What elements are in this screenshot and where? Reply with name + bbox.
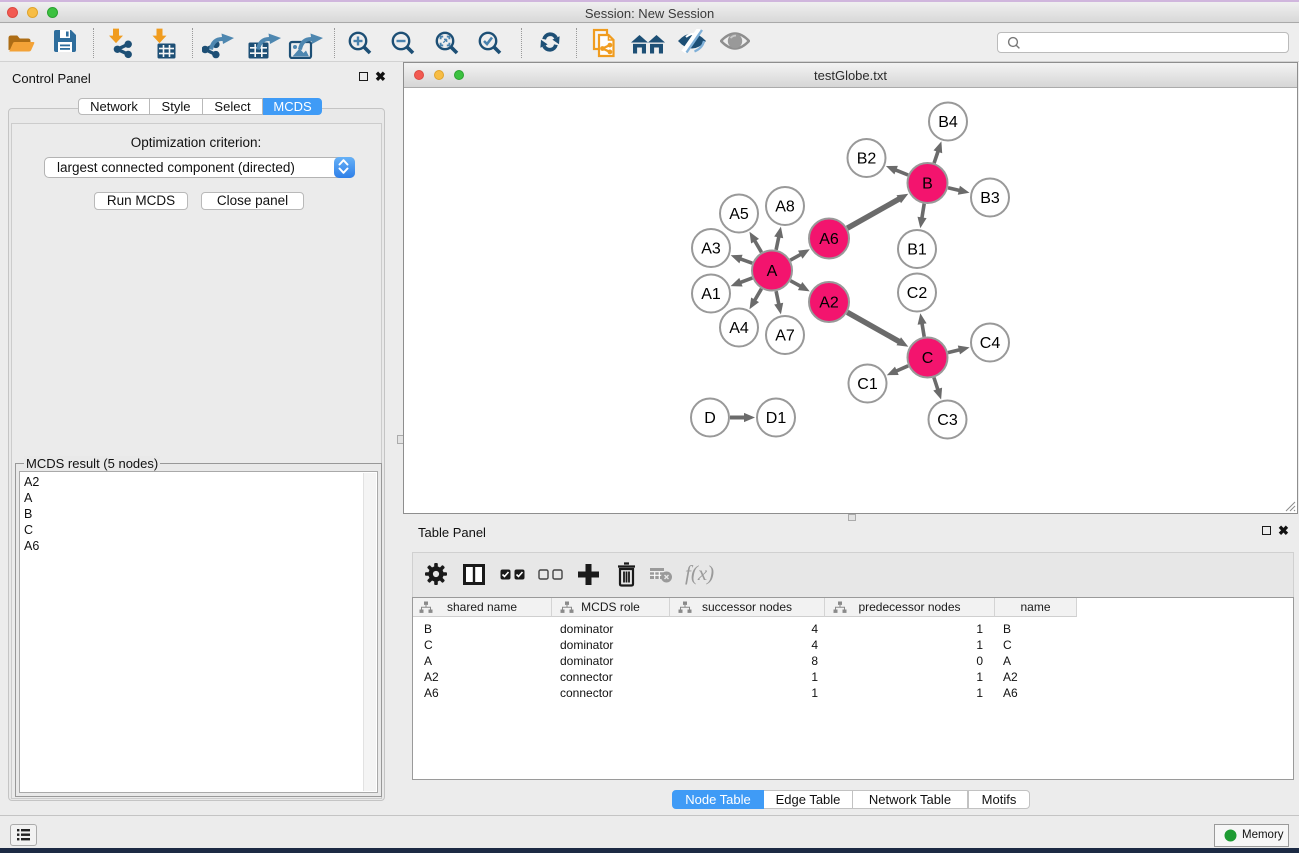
svg-text:A1: A1 bbox=[701, 286, 721, 303]
svg-text:B2: B2 bbox=[857, 151, 877, 168]
svg-text:A8: A8 bbox=[775, 199, 795, 216]
svg-text:D: D bbox=[704, 410, 716, 427]
svg-text:B4: B4 bbox=[938, 114, 958, 131]
svg-text:C: C bbox=[922, 350, 934, 367]
svg-text:A2: A2 bbox=[819, 295, 839, 312]
svg-text:C1: C1 bbox=[857, 376, 878, 393]
svg-text:C3: C3 bbox=[937, 412, 958, 429]
svg-text:A3: A3 bbox=[701, 241, 721, 258]
svg-text:A5: A5 bbox=[729, 206, 749, 223]
svg-text:B1: B1 bbox=[907, 242, 927, 259]
svg-text:A6: A6 bbox=[819, 231, 839, 248]
svg-text:C4: C4 bbox=[980, 335, 1001, 352]
svg-text:A7: A7 bbox=[775, 328, 795, 345]
svg-text:D1: D1 bbox=[766, 410, 787, 427]
svg-text:A: A bbox=[767, 263, 778, 280]
svg-text:B: B bbox=[922, 176, 933, 193]
svg-text:C2: C2 bbox=[907, 285, 928, 302]
svg-text:B3: B3 bbox=[980, 190, 1000, 207]
svg-text:A4: A4 bbox=[729, 320, 749, 337]
